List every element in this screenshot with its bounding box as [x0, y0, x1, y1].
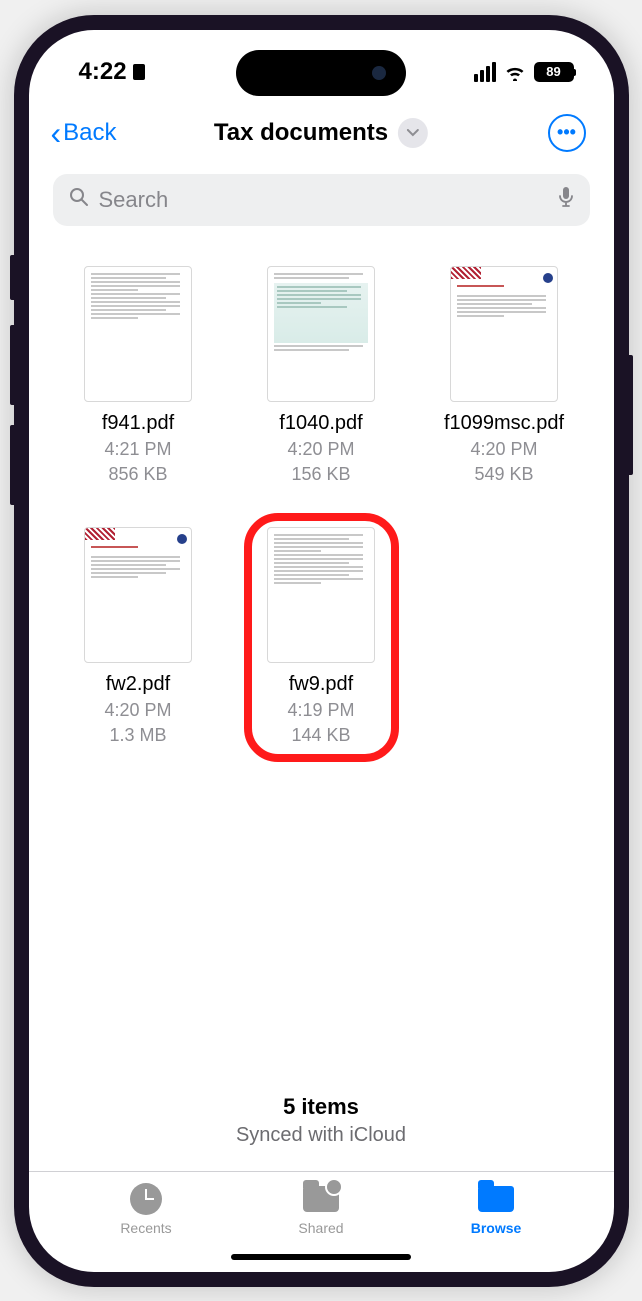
shared-folder-icon — [303, 1186, 339, 1212]
tab-label: Browse — [471, 1220, 522, 1236]
wifi-icon — [504, 63, 526, 81]
sync-status: Synced with iCloud — [29, 1124, 614, 1147]
file-item-highlighted[interactable]: fw9.pdf 4:19 PM 144 KB — [240, 527, 403, 748]
file-thumbnail — [450, 266, 558, 402]
status-time: 4:22 — [79, 58, 145, 86]
file-name: fw9.pdf — [289, 673, 353, 696]
file-thumbnail — [267, 266, 375, 402]
back-label: Back — [63, 119, 116, 147]
file-item[interactable]: f1040.pdf 4:20 PM 156 KB — [240, 266, 403, 487]
tab-bar: Recents Shared Browse — [29, 1171, 614, 1244]
chevron-down-icon — [398, 118, 428, 148]
tab-browse[interactable]: Browse — [446, 1182, 546, 1236]
tab-label: Shared — [298, 1220, 343, 1236]
phone-frame: 4:22 89 ‹ Back Tax documents ••• — [14, 15, 629, 1287]
file-name: f1099msc.pdf — [444, 412, 564, 435]
file-thumbnail — [84, 527, 192, 663]
battery-level: 89 — [546, 64, 560, 79]
file-name: f1040.pdf — [279, 412, 362, 435]
files-grid: f941.pdf 4:21 PM 856 KB f1040.pdf 4:20 P… — [29, 246, 614, 1076]
file-name: fw2.pdf — [106, 673, 170, 696]
tab-recents[interactable]: Recents — [96, 1182, 196, 1236]
clock-icon — [130, 1183, 162, 1215]
phone-screen: 4:22 89 ‹ Back Tax documents ••• — [29, 30, 614, 1272]
file-size: 144 KB — [291, 723, 350, 748]
battery-icon: 89 — [534, 62, 574, 82]
file-time: 4:20 PM — [287, 437, 354, 462]
time-label: 4:22 — [79, 58, 127, 86]
file-thumbnail — [84, 266, 192, 402]
file-time: 4:21 PM — [104, 437, 171, 462]
home-indicator[interactable] — [231, 1254, 411, 1260]
side-button — [10, 325, 14, 405]
file-size: 856 KB — [108, 462, 167, 487]
ellipsis-icon: ••• — [557, 122, 576, 143]
more-button[interactable]: ••• — [548, 114, 586, 152]
cellular-icon — [474, 62, 496, 82]
footer-summary: 5 items Synced with iCloud — [29, 1076, 614, 1171]
tab-shared[interactable]: Shared — [271, 1182, 371, 1236]
chevron-left-icon: ‹ — [51, 117, 62, 149]
file-size: 156 KB — [291, 462, 350, 487]
file-name: f941.pdf — [102, 412, 174, 435]
search-bar[interactable] — [53, 174, 590, 226]
mic-icon[interactable] — [558, 186, 574, 214]
nav-bar: ‹ Back Tax documents ••• — [29, 102, 614, 168]
status-indicators: 89 — [474, 62, 574, 82]
file-size: 1.3 MB — [109, 723, 166, 748]
file-thumbnail — [267, 527, 375, 663]
side-button — [629, 355, 633, 475]
title-wrap[interactable]: Tax documents — [214, 118, 428, 148]
folder-icon — [478, 1186, 514, 1212]
file-size: 549 KB — [474, 462, 533, 487]
file-item[interactable]: fw2.pdf 4:20 PM 1.3 MB — [57, 527, 220, 748]
side-button — [10, 255, 14, 300]
file-item[interactable]: f941.pdf 4:21 PM 856 KB — [57, 266, 220, 487]
card-icon — [133, 64, 145, 80]
back-button[interactable]: ‹ Back — [51, 117, 117, 149]
search-icon — [69, 187, 89, 213]
search-input[interactable] — [99, 187, 548, 213]
file-time: 4:19 PM — [287, 698, 354, 723]
items-count: 5 items — [29, 1094, 614, 1120]
dynamic-island — [236, 50, 406, 96]
file-item[interactable]: f1099msc.pdf 4:20 PM 549 KB — [423, 266, 586, 487]
tab-label: Recents — [120, 1220, 171, 1236]
file-time: 4:20 PM — [470, 437, 537, 462]
side-button — [10, 425, 14, 505]
file-time: 4:20 PM — [104, 698, 171, 723]
page-title: Tax documents — [214, 119, 388, 147]
